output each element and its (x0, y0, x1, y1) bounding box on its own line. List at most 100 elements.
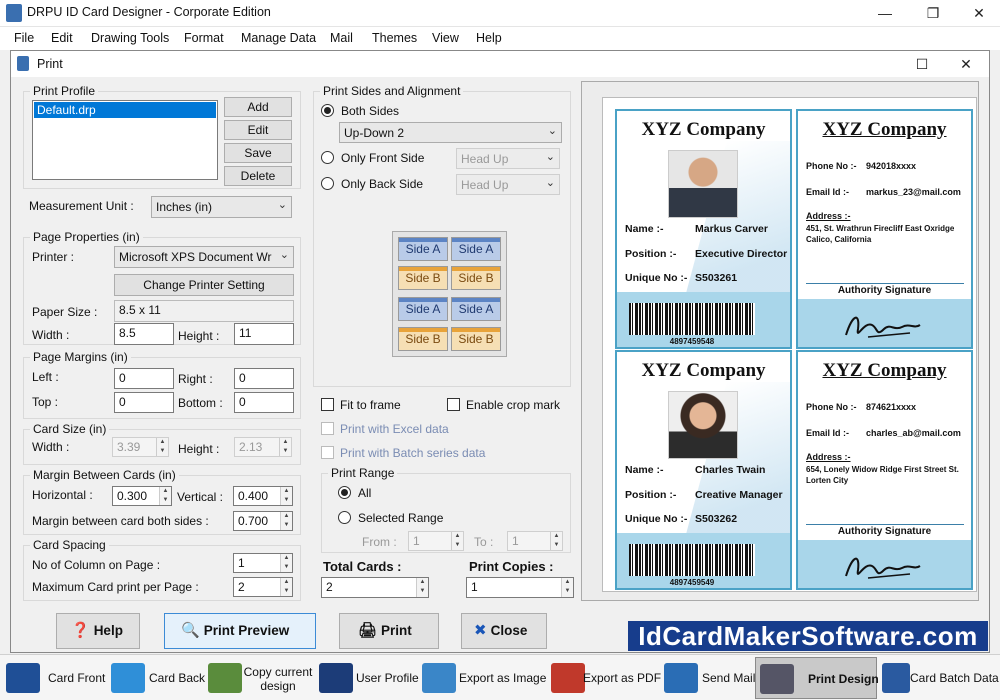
phone-number: 874621xxxx (866, 402, 917, 412)
card-back-button[interactable]: Card Back (107, 657, 205, 699)
close-window-button[interactable]: ✕ (956, 0, 1000, 27)
print-profile-list[interactable]: Default.drp (32, 100, 218, 180)
print-design-button[interactable]: Print Design (755, 657, 879, 699)
only-front-radio[interactable] (321, 151, 334, 164)
max-cards-label: Maximum Card print per Page : (32, 580, 199, 594)
user-profile-button[interactable]: User Profile (315, 657, 419, 699)
printer-select[interactable]: Microsoft XPS Document Wr ⌄ (114, 246, 294, 268)
both-sides-margin-stepper[interactable]: 0.700 ▲ ▼ (233, 511, 293, 531)
dialog-maximize-button[interactable]: ☐ (899, 51, 945, 77)
card-front-button[interactable]: Card Front (2, 657, 106, 699)
batch-data-label: Print with Batch series data (340, 446, 486, 460)
horizontal-stepper[interactable]: 0.300 ▲ ▼ (112, 486, 172, 506)
send-mail-button[interactable]: Send Mail (660, 657, 755, 699)
menu-help[interactable]: Help (476, 31, 502, 45)
print-design-label: Print Design (808, 672, 879, 686)
print-profile-label: Print Profile (30, 84, 99, 98)
phone-label: Phone No :- (806, 161, 857, 171)
excel-data-checkbox[interactable] (321, 422, 334, 435)
save-profile-button[interactable]: Save (224, 143, 292, 163)
menu-edit[interactable]: Edit (51, 31, 73, 45)
menu-view[interactable]: View (432, 31, 459, 45)
export-image-button[interactable]: Export as Image (418, 657, 546, 699)
page-margins-label: Page Margins (in) (30, 350, 131, 364)
vertical-stepper[interactable]: 0.400 ▲ ▼ (233, 486, 293, 506)
email-address: charles_ab@mail.com (866, 428, 961, 438)
card-width-stepper[interactable]: 3.39 ▲ ▼ (112, 437, 169, 457)
menu-file[interactable]: File (14, 31, 34, 45)
print-dialog-titlebar: Print ☐ ✕ (11, 51, 989, 77)
change-printer-button[interactable]: Change Printer Setting (114, 274, 294, 296)
front-orientation-value: Head Up (461, 152, 509, 166)
batch-data-icon (882, 663, 910, 693)
edit-profile-button[interactable]: Edit (224, 120, 292, 140)
maximize-button[interactable]: ❐ (910, 0, 956, 27)
help-button[interactable]: ❓ Help (56, 613, 140, 649)
card-company-name: XYZ Company (641, 360, 766, 381)
both-sides-radio[interactable] (321, 104, 334, 117)
print-range-label: Print Range (328, 466, 398, 480)
margin-top-field[interactable]: 0 (114, 392, 174, 413)
total-cards-stepper[interactable]: 2 ▲ ▼ (321, 577, 429, 598)
address-text: 451, St. Wrathrun Firecliff East Oxridge… (806, 224, 955, 244)
menu-format[interactable]: Format (184, 31, 224, 45)
chevron-down-icon: ⌄ (545, 151, 555, 163)
copy-design-button[interactable]: Copy current design (204, 657, 314, 699)
close-x-icon: ✖ (474, 622, 487, 639)
total-cards-value: 2 (326, 580, 333, 594)
side-a-tile: Side A (451, 237, 501, 261)
email-address: markus_23@mail.com (866, 187, 961, 197)
measurement-unit-select[interactable]: Inches (in) ⌄ (151, 196, 292, 218)
page-width-field[interactable]: 8.5 (114, 323, 174, 345)
fit-to-frame-checkbox[interactable] (321, 398, 334, 411)
print-button[interactable]: 🖨 Print (339, 613, 439, 649)
print-copies-stepper[interactable]: 1 ▲ ▼ (466, 577, 574, 598)
columns-stepper[interactable]: 1 ▲ ▼ (233, 553, 293, 573)
minimize-button[interactable]: — (862, 0, 908, 27)
print-preview-button-label: Print Preview (203, 623, 290, 638)
stepper-arrows-icon: ▲ ▼ (156, 438, 168, 456)
export-pdf-button[interactable]: Export as PDF (547, 657, 661, 699)
close-button[interactable]: ✖ Close (461, 613, 547, 649)
front-orientation-select[interactable]: Head Up ⌄ (456, 148, 560, 169)
card-company-name: XYZ Company (641, 119, 766, 140)
menu-mail[interactable]: Mail (330, 31, 353, 45)
margin-bottom-field[interactable]: 0 (234, 392, 294, 413)
back-orientation-select[interactable]: Head Up ⌄ (456, 174, 560, 195)
enable-crop-checkbox[interactable] (447, 398, 460, 411)
menu-manage-data[interactable]: Manage Data (241, 31, 316, 45)
print-preview-button[interactable]: 🔍 Print Preview (164, 613, 316, 649)
signature-area (798, 299, 971, 347)
card-height-stepper[interactable]: 2.13 ▲ ▼ (234, 437, 292, 457)
measurement-unit-value: Inches (in) (156, 200, 213, 214)
only-back-radio[interactable] (321, 177, 334, 190)
stepper-arrows-icon: ▲ ▼ (280, 578, 292, 596)
profile-list-item[interactable]: Default.drp (34, 102, 216, 118)
barcode-area: 4897459549 (617, 533, 790, 588)
help-button-label: Help (93, 623, 123, 638)
margin-right-field[interactable]: 0 (234, 368, 294, 389)
range-all-radio[interactable] (338, 486, 351, 499)
card-spacing-label: Card Spacing (30, 538, 109, 552)
page-height-field[interactable]: 11 (234, 323, 294, 345)
range-selected-radio[interactable] (338, 511, 351, 524)
unique-no-label: Unique No :- (625, 272, 688, 284)
delete-profile-button[interactable]: Delete (224, 166, 292, 186)
card-batch-data-button[interactable]: Card Batch Data (878, 657, 1000, 699)
columns-label: No of Column on Page : (32, 558, 161, 572)
dialog-close-button[interactable]: ✕ (943, 51, 989, 77)
range-from-stepper[interactable]: 1 ▲ ▼ (408, 531, 464, 551)
only-front-label: Only Front Side (341, 151, 425, 165)
chevron-down-icon: ⌄ (545, 177, 555, 189)
add-profile-button[interactable]: Add (224, 97, 292, 117)
margin-left-field[interactable]: 0 (114, 368, 174, 389)
max-cards-stepper[interactable]: 2 ▲ ▼ (233, 577, 293, 597)
batch-data-checkbox[interactable] (321, 446, 334, 459)
both-sides-select[interactable]: Up-Down 2 ⌄ (339, 122, 562, 143)
print-sides-label: Print Sides and Alignment (320, 84, 464, 98)
range-to-stepper[interactable]: 1 ▲ ▼ (507, 531, 563, 551)
paper-size-field[interactable]: 8.5 x 11 (114, 300, 294, 322)
menu-drawing-tools[interactable]: Drawing Tools (91, 31, 169, 45)
chevron-down-icon: ⌄ (279, 249, 289, 261)
menu-themes[interactable]: Themes (372, 31, 417, 45)
